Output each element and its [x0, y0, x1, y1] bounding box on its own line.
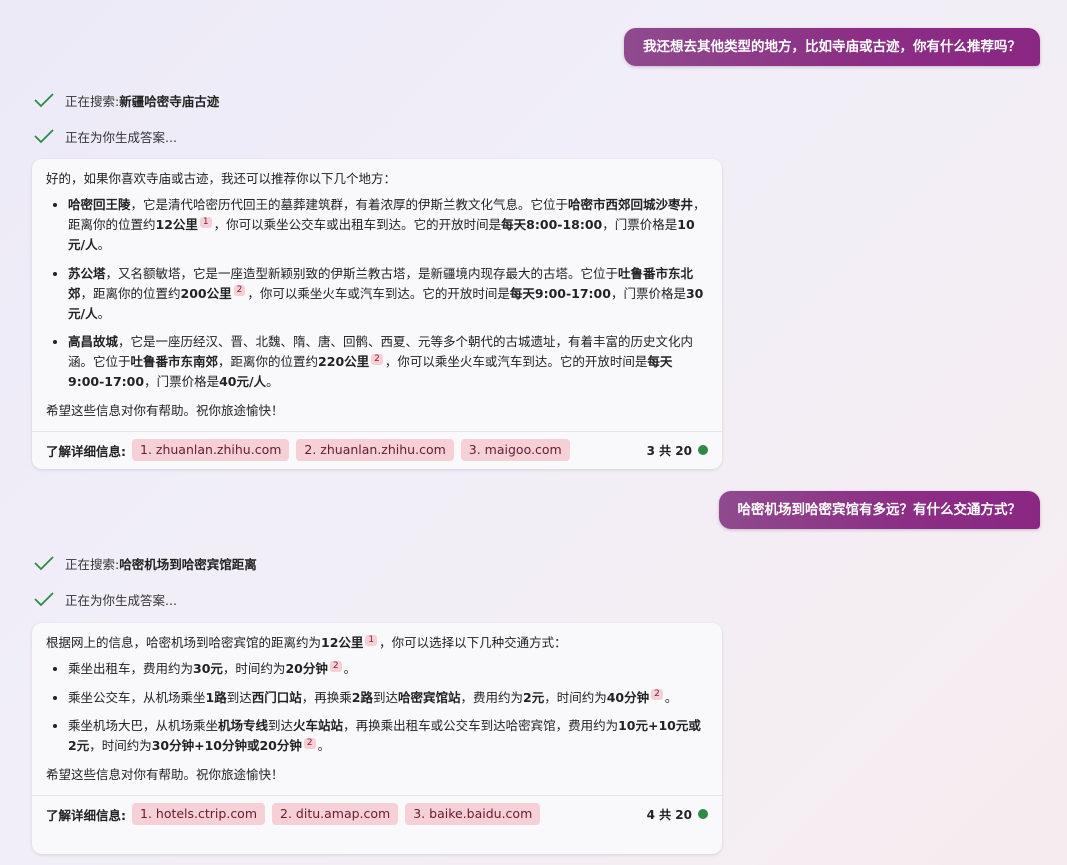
source-link[interactable]: 1. zhuanlan.zhihu.com [132, 439, 290, 461]
list-item: 乘坐公交车，从机场乘坐1路到达西门口站，再换乘2路到达哈密宾馆站，费用约为2元，… [68, 688, 708, 708]
source-link[interactable]: 1. hotels.ctrip.com [132, 803, 266, 825]
answer-card: 好的，如果你喜欢寺庙或古迹，我还可以推荐你以下几个地方： 哈密回王陵，它是清代哈… [32, 159, 722, 469]
learn-more-label: 了解详细信息: [46, 443, 126, 459]
transport-list: 乘坐出租车，费用约为30元，时间约为20分钟2。 乘坐公交车，从机场乘坐1路到达… [46, 659, 708, 756]
citation-ref[interactable]: 2 [233, 285, 246, 297]
answer-closing: 希望这些信息对你有帮助。祝你旅途愉快！ [46, 402, 284, 418]
generating-status: 正在为你生成答案... [33, 126, 177, 146]
list-item: 乘坐机场大巴，从机场乘坐机场专线到达火车站站，再换乘出租车或公交车到达哈密宾馆，… [68, 716, 708, 756]
source-link[interactable]: 3. baike.baidu.com [405, 803, 541, 825]
user-message-bubble: 哈密机场到哈密宾馆有多远？有什么交通方式？ [718, 491, 1040, 529]
generating-status: 正在为你生成答案... [33, 589, 177, 609]
citation-ref[interactable]: 1 [365, 634, 378, 646]
citation-ref[interactable]: 1 [199, 216, 212, 228]
generating-text: 正在为你生成答案... [65, 129, 177, 145]
sources-footer: 了解详细信息: 1. zhuanlan.zhihu.com 2. zhuanla… [32, 430, 722, 469]
response-counter: 3 共 20 [647, 442, 708, 459]
citation-ref[interactable]: 2 [303, 737, 316, 749]
answer-card: 根据网上的信息，哈密机场到哈密宾馆的距离约为12公里 1 ，你可以选择以下几种交通方… [32, 623, 722, 854]
learn-more-label: 了解详细信息: [46, 807, 126, 823]
list-item: 苏公塔，又名额敏塔，它是一座造型新颖别致的伊斯兰教古塔，是新疆境内现存最大的古塔… [68, 264, 708, 324]
answer-intro: 根据网上的信息，哈密机场到哈密宾馆的距离约为12公里 1 ，你可以选择以下几种交通方… [46, 634, 567, 650]
citation-ref[interactable]: 2 [329, 660, 342, 672]
generating-text: 正在为你生成答案... [65, 592, 177, 608]
response-counter: 4 共 20 [647, 806, 708, 823]
list-item: 乘坐出租车，费用约为30元，时间约为20分钟2。 [68, 659, 708, 679]
checkmark-icon [34, 93, 54, 108]
search-status: 正在搜索: 哈密机场到哈密宾馆距离 [33, 553, 257, 573]
status-dot-icon [698, 809, 708, 819]
source-link[interactable]: 2. zhuanlan.zhihu.com [296, 439, 454, 461]
search-query: 新疆哈密寺庙古迹 [119, 93, 220, 109]
checkmark-icon [34, 592, 54, 607]
citation-ref[interactable]: 2 [651, 689, 663, 701]
search-prefix: 正在搜索: [65, 93, 120, 109]
status-dot-icon [698, 445, 708, 455]
search-query: 哈密机场到哈密宾馆距离 [119, 556, 257, 572]
search-prefix: 正在搜索: [65, 556, 120, 572]
checkmark-icon [34, 129, 54, 144]
source-link[interactable]: 2. ditu.amap.com [272, 803, 399, 825]
answer-intro: 好的，如果你喜欢寺庙或古迹，我还可以推荐你以下几个地方： [46, 171, 397, 186]
list-item: 哈密回王陵，它是清代哈密历代回王的墓葬建筑群，有着浓厚的伊斯兰教文化气息。它位于… [68, 195, 708, 255]
recommendation-list: 哈密回王陵，它是清代哈密历代回王的墓葬建筑群，有着浓厚的伊斯兰教文化气息。它位于… [46, 195, 708, 392]
citation-ref[interactable]: 2 [371, 353, 383, 365]
list-item: 高昌故城，它是一座历经汉、晋、北魏、隋、唐、回鹘、西夏、元等多个朝代的古城遗址，… [68, 332, 708, 392]
sources-footer: 了解详细信息: 1. hotels.ctrip.com 2. ditu.amap… [32, 794, 722, 833]
source-link[interactable]: 3. maigoo.com [460, 439, 570, 461]
checkmark-icon [34, 556, 54, 571]
answer-closing: 希望这些信息对你有帮助。祝你旅途愉快！ [46, 766, 284, 782]
user-message-bubble: 我还想去其他类型的地方，比如寺庙或古迹，你有什么推荐吗？ [624, 28, 1040, 66]
search-status: 正在搜索: 新疆哈密寺庙古迹 [33, 90, 219, 110]
